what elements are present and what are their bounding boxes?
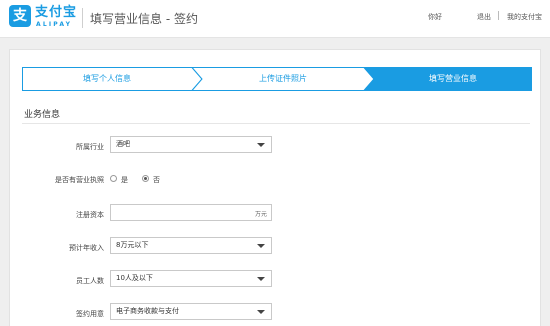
license-yes-radio[interactable] [110,175,117,182]
alipay-logo[interactable]: 支 支付宝 ALIPAY [9,5,89,33]
chevron-down-icon [257,143,265,147]
step-personal-info: 填写个人信息 [83,74,131,83]
top-header: 支 支付宝 ALIPAY 填写营业信息 - 签约 你好 退出 我的支付宝 [0,0,550,38]
chevron-down-icon [257,310,265,314]
alipay-logo-icon: 支 [9,5,31,27]
progress-steps: 填写个人信息 上传证件照片 填写营业信息 [22,67,532,91]
capital-input[interactable]: 万元 [110,204,272,221]
industry-value: 酒吧 [116,140,130,148]
employees-label: 员工人数 [76,277,104,285]
section-divider [22,123,530,124]
employees-value: 10人及以下 [116,274,153,282]
step-business-info: 填写营业信息 [429,74,477,83]
license-no-label: 否 [153,176,160,184]
industry-select[interactable]: 酒吧 [110,136,272,153]
purpose-value: 电子商务收款与支付 [116,307,179,315]
capital-label: 注册资本 [76,211,104,219]
industry-label: 所属行业 [76,143,104,151]
my-alipay-link[interactable]: 我的支付宝 [507,12,542,22]
purpose-select[interactable]: 电子商务收款与支付 [110,303,272,320]
revenue-label: 预计年收入 [69,244,104,252]
greeting-text: 你好 [428,13,442,21]
step-upload-documents: 上传证件照片 [259,74,307,83]
revenue-value: 8万元以下 [116,241,149,249]
revenue-select[interactable]: 8万元以下 [110,237,272,254]
capital-unit: 万元 [254,211,267,218]
section-title: 业务信息 [24,110,61,120]
logo-english-text: ALIPAY [36,21,73,28]
page-title: 填写营业信息 - 签约 [90,12,198,26]
employees-select[interactable]: 10人及以下 [110,270,272,287]
nav-divider [498,11,499,20]
main-card: 填写个人信息 上传证件照片 填写营业信息 业务信息 所属行业 酒吧 是否有营业执… [9,49,541,326]
header-divider [82,8,83,28]
license-no-radio[interactable] [142,175,149,182]
chevron-down-icon [257,244,265,248]
license-label: 是否有营业执照 [55,176,104,184]
license-yes-label: 是 [121,176,128,184]
purpose-label: 签约用意 [76,310,104,318]
logo-chinese-text: 支付宝 [35,5,78,20]
logout-link[interactable]: 退出 [477,12,491,22]
chevron-down-icon [257,277,265,281]
